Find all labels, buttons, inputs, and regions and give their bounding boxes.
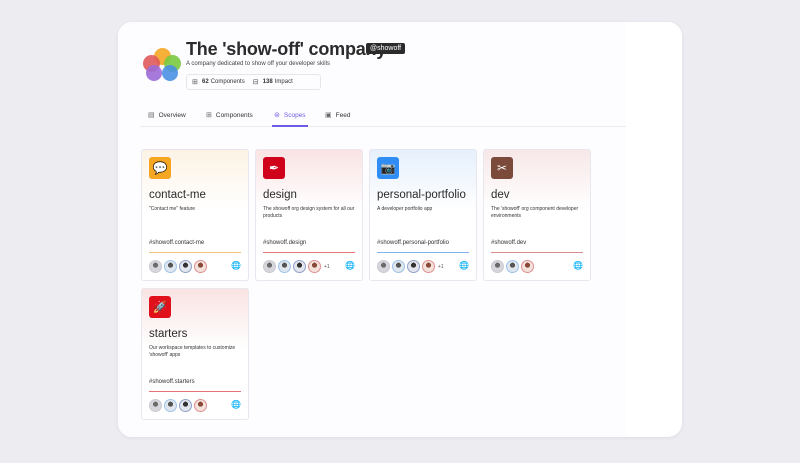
impact-icon: ⊟	[252, 78, 259, 86]
avatar[interactable]	[179, 399, 192, 412]
avatar[interactable]	[491, 260, 504, 273]
org-page-content: The 'show-off' company @showoff A compan…	[118, 22, 626, 437]
components-grid-icon: ⊞	[206, 112, 212, 119]
camera-icon: 📷	[377, 157, 399, 179]
impact-stat[interactable]: ⊟ 138 Impact	[253, 79, 293, 86]
scope-name[interactable]: contact-me	[149, 189, 206, 201]
scope-description: Our workspace templates to customize 'sh…	[149, 345, 236, 358]
components-stat[interactable]: ⊞ 62 Components	[192, 79, 245, 86]
contributors-avatars	[149, 399, 210, 412]
scope-name[interactable]: personal-portfolio	[377, 189, 466, 201]
scopes-icon: ⊜	[274, 112, 280, 119]
tab-overview[interactable]: ▤ Overview	[148, 104, 186, 126]
tab-components[interactable]: ⊞ Components	[206, 104, 253, 126]
org-description: A company dedicated to show off your dev…	[186, 61, 330, 67]
design-tool-icon: ✒	[263, 157, 285, 179]
tab-overview-label: Overview	[158, 111, 186, 119]
scope-card-dev[interactable]: ✂ dev The 'showoff' org component develo…	[483, 149, 591, 281]
avatar[interactable]	[179, 260, 192, 273]
avatar[interactable]	[149, 399, 162, 412]
globe-icon: 🌐	[345, 261, 355, 270]
globe-icon: 🌐	[231, 400, 241, 409]
impact-count: 138	[262, 79, 273, 85]
scope-name[interactable]: starters	[149, 328, 187, 340]
tab-scopes-label: Scopes	[283, 111, 306, 119]
feed-icon: ▣	[325, 112, 332, 119]
org-handle-badge: @showoff	[366, 43, 406, 54]
scope-card-starters[interactable]: 🚀 starters Our workspace templates to cu…	[141, 288, 249, 420]
scope-id[interactable]: #showoff.contact-me	[149, 240, 204, 246]
avatar[interactable]	[392, 260, 405, 273]
org-logo	[142, 48, 182, 82]
scope-description: A developer portfolio app	[377, 206, 433, 212]
components-label: Components	[210, 79, 245, 85]
components-count: 62	[202, 79, 209, 85]
contributors-avatars	[149, 260, 210, 273]
avatar[interactable]	[278, 260, 291, 273]
scope-accent-bar	[149, 391, 241, 392]
tab-scopes[interactable]: ⊜ Scopes	[272, 104, 308, 127]
extra-contributors-count: +1	[438, 263, 444, 270]
scope-accent-bar	[491, 252, 583, 253]
scope-accent-bar	[263, 252, 355, 253]
impact-label: Impact	[274, 79, 293, 85]
extra-contributors-count: +1	[324, 263, 330, 270]
chat-bubbles-icon: 💬	[149, 157, 171, 179]
tab-feed-label: Feed	[335, 111, 351, 119]
avatar[interactable]	[407, 260, 420, 273]
scope-name[interactable]: dev	[491, 189, 510, 201]
contributors-avatars	[491, 260, 537, 273]
scope-id[interactable]: #showoff.dev	[491, 240, 526, 246]
globe-icon: 🌐	[231, 261, 241, 270]
org-stats: ⊞ 62 Components ⊟ 138 Impact	[186, 74, 321, 90]
components-grid-icon: ⊞	[192, 78, 198, 86]
avatar[interactable]	[377, 260, 390, 273]
rocket-icon: 🚀	[149, 296, 171, 318]
scope-card-personal-portfolio[interactable]: 📷 personal-portfolio A developer portfol…	[369, 149, 477, 281]
avatar[interactable]	[194, 260, 207, 273]
avatar[interactable]	[422, 260, 435, 273]
tab-feed[interactable]: ▣ Feed	[325, 104, 350, 126]
scope-accent-bar	[149, 252, 241, 253]
contributors-avatars: +1	[377, 260, 444, 273]
overview-icon: ▤	[148, 112, 155, 119]
scope-id[interactable]: #showoff.personal-portfolio	[377, 240, 449, 246]
scope-card-contact-me[interactable]: 💬 contact-me "Contact me" feature #showo…	[141, 149, 249, 281]
avatar[interactable]	[194, 399, 207, 412]
scope-id[interactable]: #showoff.starters	[149, 379, 195, 385]
org-page-window: The 'show-off' company @showoff A compan…	[118, 22, 682, 437]
avatar[interactable]	[308, 260, 321, 273]
scope-description: The showoff org design system for all ou…	[263, 206, 355, 219]
tools-icon: ✂	[491, 157, 513, 179]
scope-description: "Contact me" feature	[149, 206, 196, 212]
contributors-avatars: +1	[263, 260, 330, 273]
scope-card-design[interactable]: ✒ design The showoff org design system f…	[255, 149, 363, 281]
avatar[interactable]	[263, 260, 276, 273]
tab-components-label: Components	[215, 111, 253, 119]
scope-name[interactable]: design	[263, 189, 297, 201]
org-title: The 'show-off' company	[186, 39, 387, 59]
avatar[interactable]	[164, 399, 177, 412]
scope-id[interactable]: #showoff.design	[263, 240, 306, 246]
avatar[interactable]	[164, 260, 177, 273]
globe-icon: 🌐	[573, 261, 583, 270]
avatar[interactable]	[149, 260, 162, 273]
org-tabs: ▤ Overview ⊞ Components ⊜ Scopes ▣ Feed	[140, 104, 626, 127]
avatar[interactable]	[293, 260, 306, 273]
scope-description: The 'showoff' org component developer en…	[491, 206, 579, 219]
globe-icon: 🌐	[459, 261, 469, 270]
avatar[interactable]	[506, 260, 519, 273]
scope-accent-bar	[377, 252, 469, 253]
avatar[interactable]	[521, 260, 534, 273]
